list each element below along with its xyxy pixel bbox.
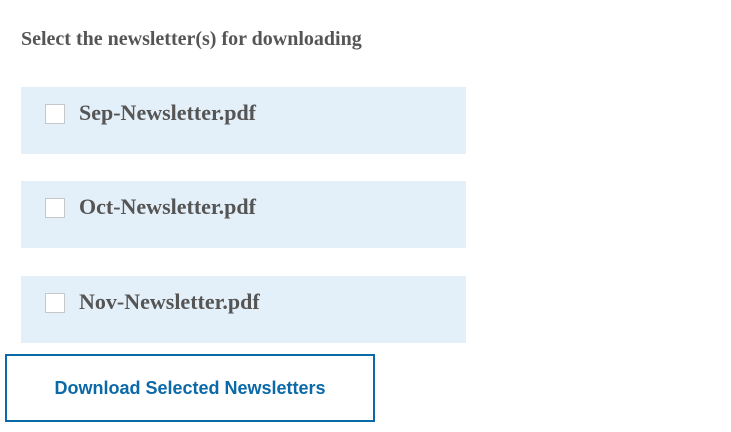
page-heading: Select the newsletter(s) for downloading <box>21 28 362 50</box>
file-option-sep[interactable]: Sep-Newsletter.pdf <box>21 87 466 154</box>
file-label: Sep-Newsletter.pdf <box>79 100 256 125</box>
checkbox-unchecked-icon[interactable] <box>45 198 65 218</box>
checkbox-unchecked-icon[interactable] <box>45 104 65 124</box>
file-option-oct[interactable]: Oct-Newsletter.pdf <box>21 181 466 248</box>
file-label: Nov-Newsletter.pdf <box>79 289 260 314</box>
checkbox-unchecked-icon[interactable] <box>45 293 65 313</box>
file-label: Oct-Newsletter.pdf <box>79 194 256 219</box>
file-option-nov[interactable]: Nov-Newsletter.pdf <box>21 276 466 343</box>
download-selected-button[interactable]: Download Selected Newsletters <box>5 354 375 422</box>
